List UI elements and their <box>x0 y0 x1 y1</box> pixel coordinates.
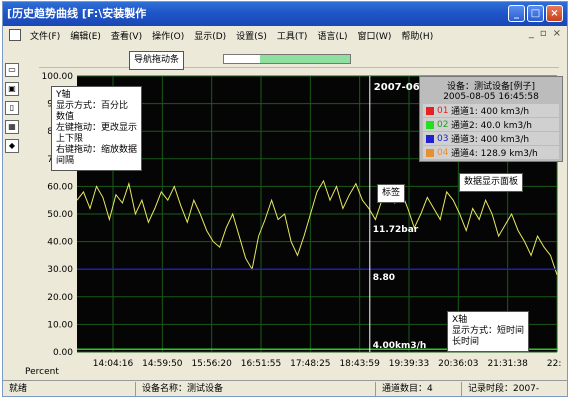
x-tick-label: 17:48:25 <box>290 359 330 369</box>
navigation-strip <box>39 50 559 68</box>
channel-row[interactable]: 02 通道2: 40.0 km3/h <box>423 118 559 131</box>
panel-timestamp: 2005-08-05 16:45:58 <box>443 92 539 102</box>
menu-help[interactable]: 帮助(H) <box>396 29 438 42</box>
y-tick-label: 0.00 <box>53 348 73 358</box>
callout-y-axis: Y轴 显示方式：百分比 数值 左键拖动：更改显示 上下限 右键拖动：缩放数据 间… <box>51 86 143 171</box>
menu-language[interactable]: 语言(L) <box>312 29 352 42</box>
x-tick-label: 21:31:38 <box>487 359 528 369</box>
y-tick-label: 10.00 <box>47 320 73 330</box>
status-device: 设备名称：测试设备 <box>135 381 375 396</box>
menu-window[interactable]: 窗口(W) <box>353 29 397 42</box>
close-button[interactable]: × <box>546 5 563 22</box>
mdi-minimize-icon[interactable]: _ <box>529 28 534 39</box>
window-title: [历史趋势曲线 [F:\安装製作 <box>7 7 147 20</box>
channel-value: 通道3: 400 km3/h <box>451 135 530 145</box>
status-bar: 就绪 设备名称：测试设备 通道数目：4 记录时段：2007- <box>3 380 567 396</box>
callout-label: 标签 <box>377 184 406 203</box>
panel-device-title: 设备：测试设备[例子] <box>446 82 536 92</box>
menu-display[interactable]: 显示(D) <box>189 29 231 42</box>
mdi-controls: _ ▫ × <box>529 28 561 39</box>
x-tick-label: 19:39:33 <box>389 359 429 369</box>
channel-color-swatch <box>426 148 434 157</box>
y-tick-label: 50.00 <box>47 210 73 220</box>
window-controls: _ □ × <box>508 5 563 22</box>
cursor-value-label: 11.72bar <box>373 225 419 235</box>
x-tick-label: 20:36:03 <box>438 359 478 369</box>
page-icon[interactable]: ▯ <box>5 101 19 115</box>
y-tick-label: 40.00 <box>47 238 73 248</box>
document-icon[interactable] <box>9 29 21 41</box>
channel-row[interactable]: 03 通道3: 400 km3/h <box>423 132 559 145</box>
menu-file[interactable]: 文件(F) <box>25 29 65 42</box>
title-bar: [历史趋势曲线 [F:\安装製作 _ □ × <box>3 2 567 26</box>
y-axis-label: Percent <box>25 367 59 377</box>
channel-id: 02 <box>437 119 449 130</box>
x-tick-label: 14:59:50 <box>142 359 183 369</box>
menu-operate[interactable]: 操作(O) <box>147 29 189 42</box>
cursor-value-label: 4.00km3/h <box>373 341 427 351</box>
menu-view[interactable]: 查看(V) <box>106 29 147 42</box>
navigation-drag-bar[interactable] <box>223 54 351 64</box>
channel-id: 04 <box>437 147 449 158</box>
minimize-button[interactable]: _ <box>508 5 525 22</box>
status-channels: 通道数目：4 <box>375 381 461 396</box>
x-tick-label: 15:56:20 <box>191 359 232 369</box>
app-window: [历史趋势曲线 [F:\安装製作 _ □ × 文件(F) 编辑(E) 查看(V)… <box>2 1 568 397</box>
callout-data-panel: 数据显示面板 <box>459 173 524 192</box>
x-tick-label: 22:2 <box>547 359 561 369</box>
channel-id: 03 <box>437 133 449 144</box>
channel-row[interactable]: 01 通道1: 400 km3/h <box>423 104 559 117</box>
cursor-value-label: 8.80 <box>373 273 395 283</box>
menu-edit[interactable]: 编辑(E) <box>65 29 106 42</box>
callout-x-axis: X轴 显示方式：短时间 长时间 <box>447 311 530 352</box>
x-tick-label: 18:43:59 <box>339 359 380 369</box>
grid-icon[interactable]: ▦ <box>5 120 19 134</box>
channel-id: 01 <box>437 105 449 116</box>
y-tick-label: 100.00 <box>42 72 74 82</box>
navigation-drag-thumb[interactable] <box>260 55 350 63</box>
left-toolbar: ▭ ▣ ▯ ▦ ◆ <box>3 60 21 170</box>
x-tick-label: 14:04:16 <box>93 359 134 369</box>
channel-color-swatch <box>426 120 434 129</box>
mdi-close-icon[interactable]: × <box>553 28 561 39</box>
x-tick-label: 16:51:55 <box>241 359 281 369</box>
menu-settings[interactable]: 设置(S) <box>231 29 272 42</box>
channel-row[interactable]: 04 通道4: 128.9 km3/h <box>423 146 559 159</box>
y-tick-label: 60.00 <box>47 182 73 192</box>
y-tick-label: 20.00 <box>47 293 73 303</box>
open-folder-icon[interactable]: ▭ <box>5 63 19 77</box>
callout-nav-bar: 导航拖动条 <box>129 51 185 70</box>
mdi-restore-icon[interactable]: ▫ <box>540 28 547 39</box>
menu-bar: 文件(F) 编辑(E) 查看(V) 操作(O) 显示(D) 设置(S) 工具(T… <box>3 26 567 44</box>
channel-value: 通道4: 128.9 km3/h <box>451 149 538 159</box>
tag-icon[interactable]: ◆ <box>5 139 19 153</box>
data-display-panel: 设备：测试设备[例子] 2005-08-05 16:45:58 01 通道1: … <box>419 76 563 162</box>
screen-icon[interactable]: ▣ <box>5 82 19 96</box>
channel-color-swatch <box>426 106 434 115</box>
menu-tools[interactable]: 工具(T) <box>272 29 313 42</box>
channel-value: 通道2: 40.0 km3/h <box>451 121 532 131</box>
y-tick-label: 30.00 <box>47 265 73 275</box>
status-period: 记录时段：2007- <box>461 381 565 396</box>
status-ready: 就绪 <box>9 383 28 394</box>
maximize-button[interactable]: □ <box>527 5 544 22</box>
channel-color-swatch <box>426 134 434 143</box>
channel-value: 通道1: 400 km3/h <box>451 107 530 117</box>
